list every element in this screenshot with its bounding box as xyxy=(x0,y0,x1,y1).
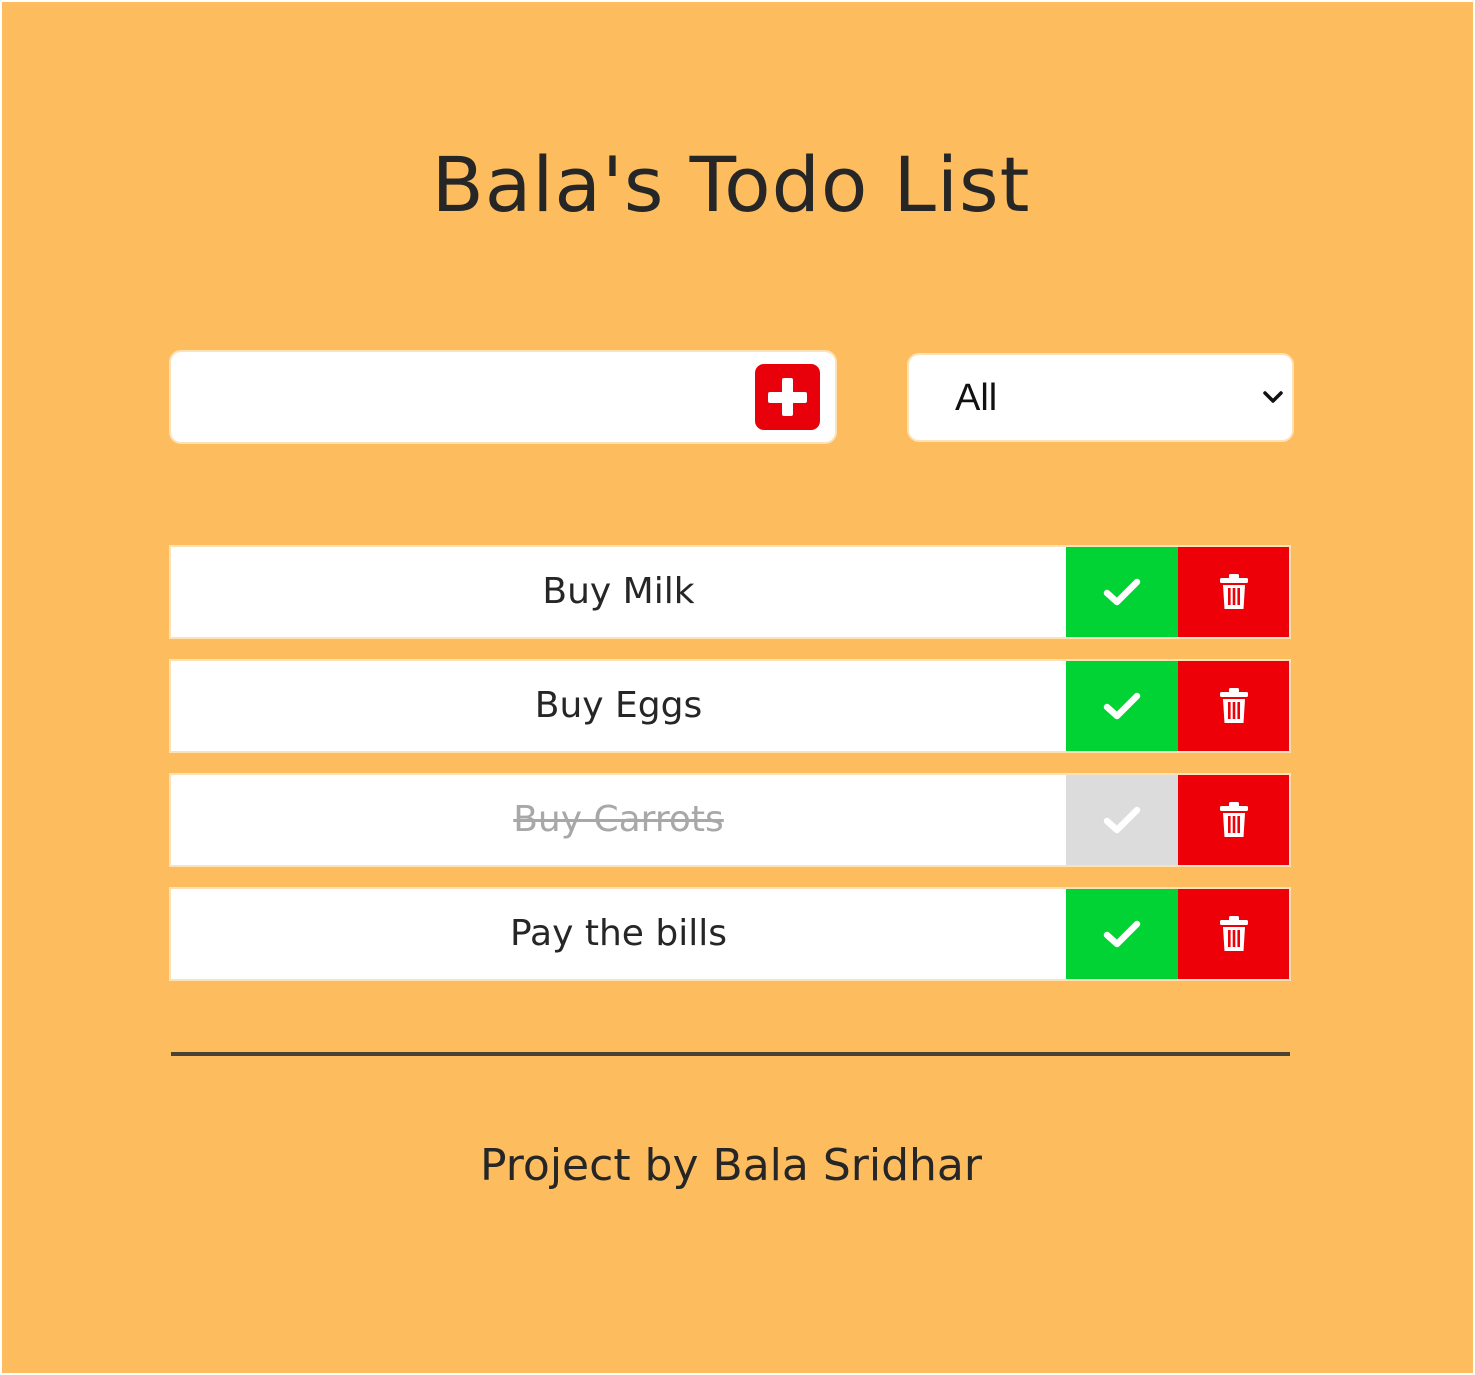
complete-todo-button[interactable] xyxy=(1066,775,1178,865)
filter-selected-value: All xyxy=(955,377,998,419)
todo-item-text: Buy Milk xyxy=(542,571,695,612)
complete-todo-button[interactable] xyxy=(1066,889,1178,979)
todo-item-text: Buy Carrots xyxy=(513,799,724,840)
complete-todo-button[interactable] xyxy=(1066,661,1178,751)
complete-todo-button[interactable] xyxy=(1066,547,1178,637)
delete-todo-button[interactable] xyxy=(1178,547,1289,637)
todo-input-container xyxy=(171,352,835,442)
page-title: Bala's Todo List xyxy=(431,140,1031,229)
todo-input[interactable] xyxy=(183,364,747,432)
filter-select[interactable]: All xyxy=(909,355,1292,440)
todo-item-text: Buy Eggs xyxy=(534,685,703,726)
todo-list: Buy Milk Buy Eggs Buy Carrots Pay the bills xyxy=(171,547,1289,1003)
todo-item-text: Pay the bills xyxy=(509,913,728,954)
delete-todo-button[interactable] xyxy=(1178,775,1289,865)
todo-item: Buy Eggs xyxy=(171,661,1289,751)
todo-item: Buy Milk xyxy=(171,547,1289,637)
divider xyxy=(171,1052,1290,1056)
todo-item: Pay the bills xyxy=(171,889,1289,979)
add-todo-button[interactable] xyxy=(755,364,820,430)
delete-todo-button[interactable] xyxy=(1178,661,1289,751)
chevron-down-icon xyxy=(1262,389,1284,409)
footer-credit: Project by Bala Sridhar xyxy=(480,1140,982,1191)
todo-item: Buy Carrots xyxy=(171,775,1289,865)
delete-todo-button[interactable] xyxy=(1178,889,1289,979)
